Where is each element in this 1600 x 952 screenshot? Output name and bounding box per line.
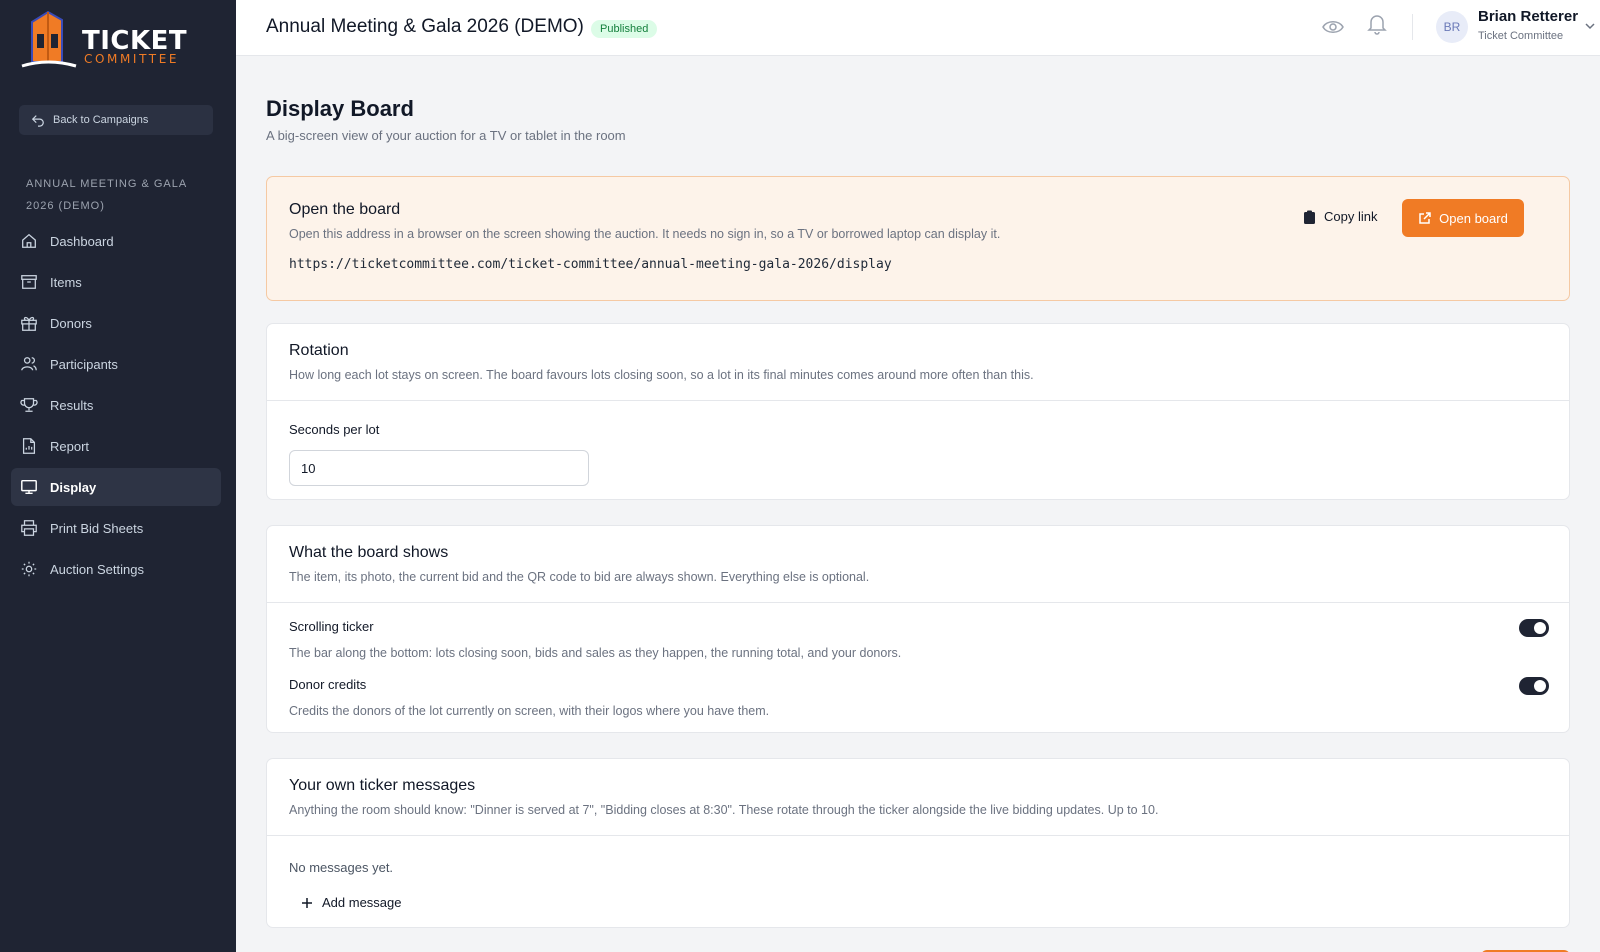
toggle-knob <box>1534 680 1546 692</box>
display-url: https://ticketcommittee.com/ticket-commi… <box>289 257 892 272</box>
scrolling-ticker-row: Scrolling ticker The bar along the botto… <box>289 619 1549 660</box>
board-shows-header: What the board shows The item, its photo… <box>267 526 1569 603</box>
sidebar-item-donors[interactable]: Donors <box>11 304 221 342</box>
gift-icon <box>21 316 37 331</box>
board-shows-title: What the board shows <box>289 544 449 561</box>
sidebar-item-results[interactable]: Results <box>11 386 221 424</box>
seconds-per-lot-label: Seconds per lot <box>289 422 380 437</box>
donor-credits-description: Credits the donors of the lot currently … <box>289 704 770 718</box>
ticket-building-icon <box>21 10 77 68</box>
printer-icon <box>21 520 37 536</box>
sidebar-item-report[interactable]: Report <box>11 427 221 465</box>
document-icon <box>22 438 36 454</box>
ticket-committee-logo[interactable]: TICKET COMMITTEE <box>18 10 188 74</box>
avatar[interactable]: BR <box>1436 11 1468 43</box>
header-divider <box>1412 14 1413 40</box>
plus-icon <box>302 897 312 908</box>
gear-icon <box>21 561 37 577</box>
donor-credits-toggle[interactable] <box>1519 677 1549 695</box>
sidebar-item-label: Print Bid Sheets <box>50 520 144 536</box>
sidebar-item-display[interactable]: Display <box>11 468 221 506</box>
sidebar-nav: Dashboard Items Donors Participants Resu… <box>11 222 221 591</box>
page-subtitle: A big-screen view of your auction for a … <box>266 128 626 143</box>
scrolling-ticker-label: Scrolling ticker <box>289 619 374 634</box>
open-board-label: Open board <box>1439 210 1508 226</box>
sidebar-item-label: Items <box>50 274 82 290</box>
donor-credits-row: Donor credits Credits the donors of the … <box>289 677 1549 718</box>
sidebar-item-label: Dashboard <box>50 233 114 249</box>
open-board-card: Open the board Open this address in a br… <box>266 176 1570 301</box>
rotation-header: Rotation How long each lot stays on scre… <box>267 324 1569 401</box>
ticker-messages-header: Your own ticker messages Anything the ro… <box>267 759 1569 836</box>
sidebar-item-label: Report <box>50 438 90 454</box>
page-title: Display Board <box>266 96 414 121</box>
sidebar-item-participants[interactable]: Participants <box>11 345 221 383</box>
sidebar-item-label: Participants <box>50 356 118 372</box>
board-shows-description: The item, its photo, the current bid and… <box>289 570 870 584</box>
sidebar: TICKET COMMITTEE Back to Campaigns ANNUA… <box>0 0 236 952</box>
back-to-campaigns-label: Back to Campaigns <box>53 114 149 126</box>
add-message-label: Add message <box>322 895 402 910</box>
toggle-knob <box>1534 622 1546 634</box>
donor-credits-label: Donor credits <box>289 677 367 692</box>
home-icon <box>22 233 36 248</box>
campaign-name: ANNUAL MEETING & GALA 2026 (DEMO) <box>26 178 187 212</box>
user-name[interactable]: Brian Retterer <box>1478 8 1578 25</box>
trophy-icon <box>20 398 38 412</box>
scrolling-ticker-description: The bar along the bottom: lots closing s… <box>289 646 902 660</box>
main-content: Display Board A big-screen view of your … <box>236 56 1600 952</box>
sidebar-item-print-bid-sheets[interactable]: Print Bid Sheets <box>11 509 221 547</box>
sidebar-item-items[interactable]: Items <box>11 263 221 301</box>
open-board-description: Open this address in a browser on the sc… <box>289 227 1001 241</box>
chevron-down-icon[interactable] <box>1584 20 1596 32</box>
clipboard-icon <box>1304 210 1315 224</box>
back-to-campaigns-button[interactable]: Back to Campaigns <box>19 105 213 135</box>
back-arrow-icon <box>31 115 44 127</box>
ticker-messages-title: Your own ticker messages <box>289 777 476 794</box>
user-organization: Ticket Committee <box>1478 30 1564 42</box>
board-shows-card: What the board shows The item, its photo… <box>266 525 1570 733</box>
copy-link-label: Copy link <box>1324 209 1378 224</box>
sidebar-item-label: Display <box>50 479 97 495</box>
rotation-description: How long each lot stays on screen. The b… <box>289 368 1034 382</box>
no-messages-text: No messages yet. <box>289 860 394 875</box>
event-title: Annual Meeting & Gala 2026 (DEMO) <box>266 16 584 37</box>
ticker-messages-description: Anything the room should know: "Dinner i… <box>289 803 1159 817</box>
status-badge: Published <box>591 20 658 38</box>
sidebar-item-label: Donors <box>50 315 92 331</box>
monitor-icon <box>21 479 37 495</box>
users-icon <box>21 357 37 371</box>
rotation-card: Rotation How long each lot stays on scre… <box>266 323 1570 500</box>
rotation-title: Rotation <box>289 342 349 359</box>
add-message-button[interactable]: Add message <box>301 895 402 910</box>
open-board-button[interactable]: Open board <box>1402 199 1524 237</box>
copy-link-button[interactable]: Copy link <box>1303 209 1377 224</box>
sidebar-item-auction-settings[interactable]: Auction Settings <box>11 550 221 588</box>
sidebar-item-label: Results <box>50 397 94 413</box>
top-bar: Annual Meeting & Gala 2026 (DEMO) Publis… <box>236 0 1600 56</box>
scrolling-ticker-toggle[interactable] <box>1519 619 1549 637</box>
seconds-per-lot-input[interactable] <box>289 450 589 486</box>
logo-subwordmark: COMMITTEE <box>84 52 180 66</box>
bell-icon[interactable] <box>1367 13 1387 35</box>
sidebar-item-label: Auction Settings <box>50 561 144 577</box>
archive-icon <box>21 275 37 289</box>
eye-icon[interactable] <box>1322 16 1344 38</box>
sidebar-item-dashboard[interactable]: Dashboard <box>11 222 221 260</box>
ticker-messages-card: Your own ticker messages Anything the ro… <box>266 758 1570 928</box>
external-link-icon <box>1419 211 1431 224</box>
